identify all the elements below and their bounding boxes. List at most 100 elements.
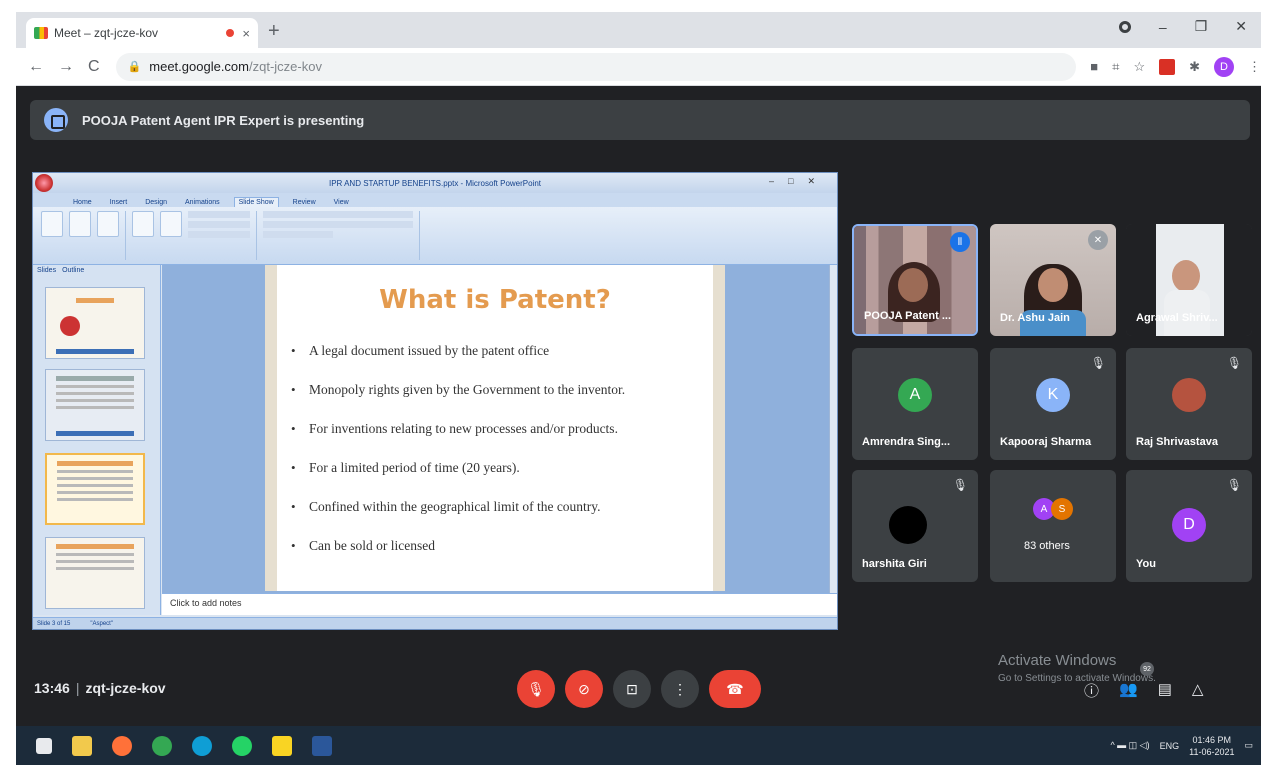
slide-thumbnail-selected	[45, 453, 145, 525]
activities-icon[interactable]: △	[1192, 680, 1204, 701]
participant-tile[interactable]: 🎙 harshita Giri	[852, 470, 978, 582]
presenting-icon	[44, 108, 68, 132]
profile-avatar[interactable]: D	[1214, 56, 1234, 77]
browser-tabstrip: Meet – zqt-jcze-kov × + – ❐ ✕	[16, 12, 1261, 48]
url-host: meet.google.com	[149, 59, 249, 74]
puzzle-extension-icon[interactable]: ✱	[1189, 59, 1200, 75]
language-indicator[interactable]: ENG	[1160, 741, 1180, 751]
clock[interactable]: 01:46 PM 11-06-2021	[1189, 734, 1234, 758]
media-control-icon[interactable]	[1118, 20, 1131, 33]
participant-name: Kapooraj Sharma	[1000, 436, 1092, 448]
tab-title: Meet – zqt-jcze-kov	[54, 26, 159, 40]
ribbon-tab-active: Slide Show	[233, 197, 279, 207]
slides-pane: Slides Outline	[33, 265, 161, 615]
meeting-info: 13:46 | zqt-jcze-kov	[34, 680, 166, 696]
notifications-icon[interactable]: ▭	[1244, 740, 1253, 751]
lock-icon: 🔒	[127, 61, 142, 73]
tab-close-button[interactable]: ×	[242, 26, 250, 41]
ribbon-button	[132, 211, 154, 237]
close-window-button[interactable]: ✕	[1235, 18, 1247, 35]
ribbon-options	[263, 211, 413, 241]
ribbon-button	[97, 211, 119, 237]
self-tile[interactable]: 🎙 D You	[1126, 470, 1252, 582]
mic-off-icon: 🎙	[1226, 356, 1242, 370]
start-icon[interactable]	[36, 737, 52, 754]
bullet-item: • For a limited period of time (20 years)…	[291, 460, 520, 475]
slide-scrollbar	[829, 265, 837, 593]
mic-off-icon: 🎙	[1226, 478, 1242, 492]
mic-off-icon: 🎙	[527, 680, 545, 697]
windows-taskbar: ^ ▬ ◫ ◁) ENG 01:46 PM 11-06-2021 ▭	[16, 726, 1261, 765]
tray-icons[interactable]: ^ ▬ ◫ ◁)	[1110, 740, 1149, 751]
bullet-item: • Monopoly rights given by the Government…	[291, 382, 626, 397]
speaking-indicator-icon: ⦀	[950, 232, 970, 252]
mic-off-icon: ✕	[1088, 230, 1108, 250]
info-icon[interactable]: ⓘ	[1084, 680, 1099, 701]
forward-button[interactable]: →	[58, 58, 74, 76]
participant-tile[interactable]: A Amrendra Sing...	[852, 348, 978, 460]
pane-tab-outline: Outline	[62, 267, 85, 274]
chrome-icon[interactable]	[152, 735, 172, 756]
ppt-window-title: IPR AND STARTUP BENEFITS.pptx - Microsof…	[328, 178, 542, 188]
slide-title: What is Patent?	[379, 285, 611, 315]
menu-kebab-icon[interactable]: ⋮	[1248, 59, 1261, 75]
participant-name: Dr. Ashu Jain	[1000, 312, 1070, 324]
status-theme: "Aspect"	[90, 620, 113, 627]
participant-tile[interactable]: ✕ Dr. Ashu Jain	[990, 224, 1116, 336]
participant-photo	[889, 506, 927, 544]
address-bar[interactable]: 🔒 meet.google.com /zqt-jcze-kov	[115, 52, 1077, 81]
others-tile[interactable]: A S 83 others	[990, 470, 1116, 582]
camera-icon[interactable]: ■	[1090, 59, 1098, 74]
meet-favicon-icon	[34, 27, 48, 39]
present-button[interactable]: ⊡	[613, 670, 651, 708]
participant-avatar: K	[1036, 378, 1070, 412]
browser-tab-meet[interactable]: Meet – zqt-jcze-kov ×	[26, 18, 258, 48]
minimize-button[interactable]: –	[1159, 19, 1167, 35]
bullet-item: • Confined within the geographical limit …	[291, 499, 601, 514]
ribbon-tab: View	[333, 199, 349, 206]
participant-name: harshita Giri	[862, 558, 927, 570]
participant-tile[interactable]: 🎙 Raj Shrivastava	[1126, 348, 1252, 460]
maximize-button[interactable]: ❐	[1195, 18, 1208, 35]
participant-tile[interactable]: ⦀ POOJA Patent ...	[852, 224, 978, 336]
mic-off-icon: 🎙	[1090, 356, 1106, 370]
people-icon[interactable]: 👥	[1119, 680, 1138, 701]
word-icon[interactable]	[312, 735, 332, 756]
chat-icon[interactable]: ▤	[1158, 680, 1172, 701]
ribbon-button	[41, 211, 63, 237]
meeting-code: zqt-jcze-kov	[85, 680, 166, 696]
camera-toggle-button[interactable]: ⊘	[565, 670, 603, 708]
slide-stage: What is Patent? • A legal document issued…	[162, 265, 837, 593]
pdf-extension-icon[interactable]	[1159, 58, 1176, 75]
translate-icon[interactable]: ⌗	[1112, 59, 1119, 75]
participant-avatar: A	[898, 378, 932, 412]
ppt-window-controls: –□✕	[769, 176, 829, 186]
back-button[interactable]: ←	[28, 58, 44, 76]
mic-toggle-button[interactable]: 🎙	[517, 670, 555, 708]
firefox-icon[interactable]	[112, 735, 132, 756]
url-path: /zqt-jcze-kov	[249, 59, 322, 74]
new-tab-button[interactable]: +	[268, 21, 280, 41]
file-explorer-icon[interactable]	[72, 735, 92, 756]
ppt-ribbon	[33, 207, 837, 265]
ribbon-group-start	[41, 211, 126, 260]
shared-screen: IPR AND STARTUP BENEFITS.pptx - Microsof…	[32, 172, 838, 630]
edge-icon[interactable]	[192, 735, 212, 756]
reload-button[interactable]: C	[88, 58, 100, 76]
bullet-item: • Can be sold or licensed	[291, 538, 435, 553]
ppt-status-bar: Slide 3 of 15 "Aspect"	[33, 617, 837, 629]
sticky-notes-icon[interactable]	[272, 735, 292, 756]
ribbon-options	[188, 211, 250, 241]
participant-tile[interactable]: Agrawal Shriv...	[1126, 224, 1252, 336]
slide-thumbnail	[45, 369, 145, 441]
leave-call-button[interactable]: ☎	[709, 670, 761, 708]
pane-tab-slides: Slides	[37, 267, 57, 274]
whatsapp-icon[interactable]	[232, 735, 252, 756]
participant-tile[interactable]: 🎙 K Kapooraj Sharma	[990, 348, 1116, 460]
present-icon: ⊡	[626, 680, 638, 697]
browser-toolbar: ← → C 🔒 meet.google.com /zqt-jcze-kov ■ …	[16, 48, 1261, 86]
more-options-button[interactable]: ⋮	[661, 670, 699, 708]
status-slide-count: Slide 3 of 15	[37, 620, 71, 627]
participant-count-badge: 92	[1140, 662, 1154, 676]
star-icon[interactable]: ☆	[1133, 59, 1145, 75]
